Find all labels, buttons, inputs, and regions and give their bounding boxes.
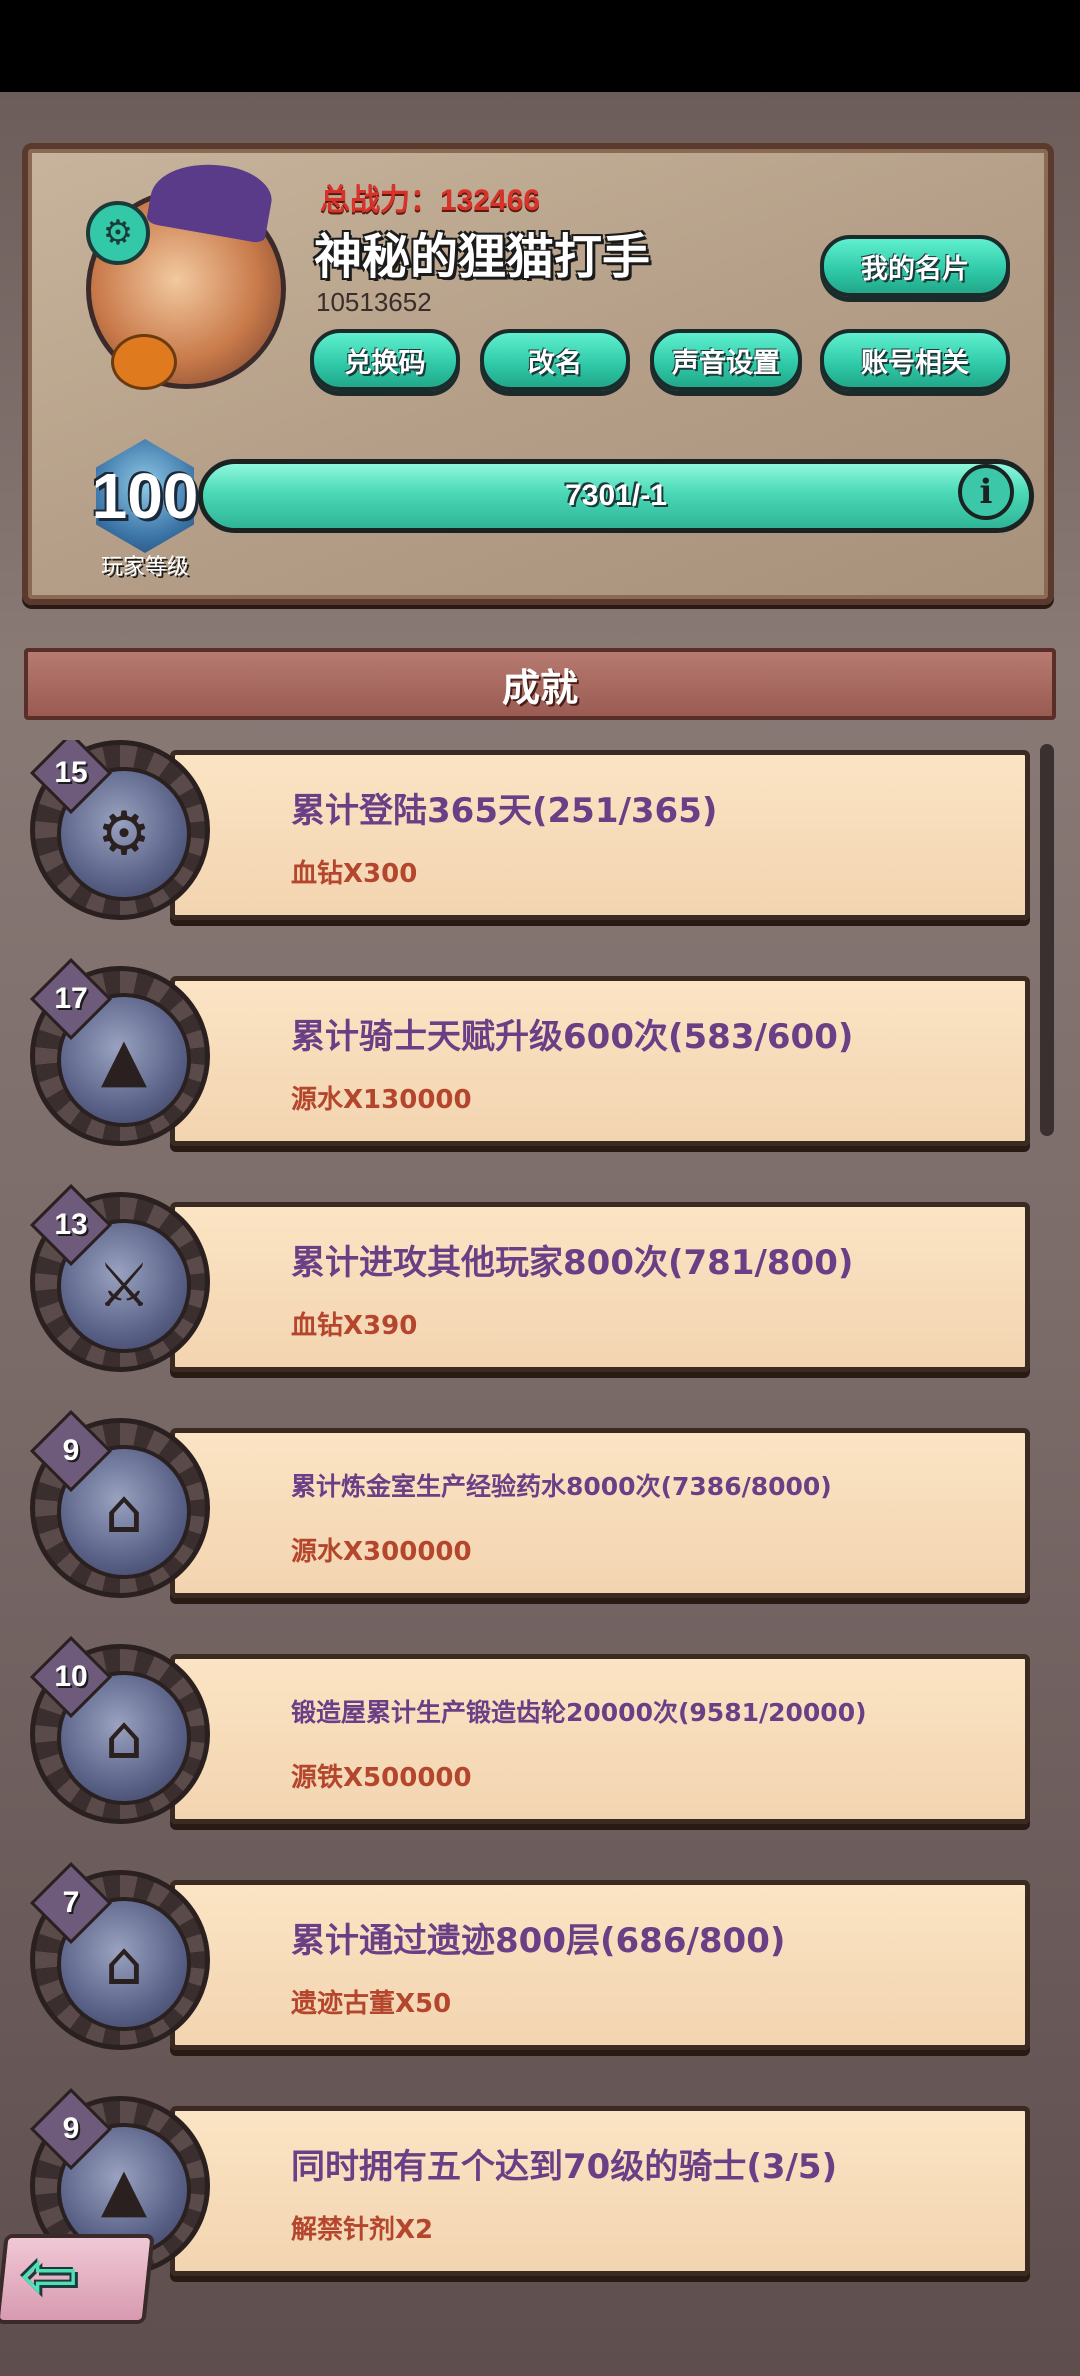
achievement-reward: 源铁X500000 [291, 1763, 472, 1793]
total-power-label: 总战力： [320, 184, 440, 217]
achievement-reward: 血钻X300 [291, 859, 418, 889]
player-name: 神秘的狸猫打手 [314, 229, 651, 285]
achievement-item[interactable]: 累计骑士天赋升级600次(583/600) 源水X130000 ▲ 17 [29, 957, 1040, 1166]
profile-panel: ⚙ 总战力：132466 神秘的狸猫打手 10513652 我的名片 兑换码 改… [22, 143, 1054, 605]
achievement-title: 锻造屋累计生产锻造齿轮20000次(9581/20000) [291, 1698, 867, 1727]
section-header: 成就 [24, 648, 1056, 720]
achievement-card: 累计登陆365天(251/365) 血钻X300 [170, 750, 1030, 920]
achievement-reward: 解禁针剂X2 [291, 2215, 434, 2245]
achievement-item[interactable]: 累计炼金室生产经验药水8000次(7386/8000) 源水X300000 ⌂ … [29, 1409, 1040, 1618]
achievement-badge-number: 17 [54, 982, 88, 1015]
achievement-title: 累计炼金室生产经验药水8000次(7386/8000) [291, 1472, 832, 1501]
info-button[interactable]: i [958, 464, 1014, 520]
achievement-title: 同时拥有五个达到70级的骑士(3/5) [291, 2147, 838, 2187]
achievement-reward: 源水X130000 [291, 1085, 472, 1115]
avatar-hat [145, 154, 277, 244]
player-level-label: 玩家等级 [100, 555, 189, 580]
achievement-card: 累计进攻其他玩家800次(781/800) 血钻X390 [170, 1202, 1030, 1372]
achievement-badge-number: 10 [54, 1660, 88, 1693]
achievement-badge-number: 9 [62, 1434, 80, 1467]
total-power: 总战力：132466 [320, 175, 540, 219]
achievement-card: 同时拥有五个达到70级的骑士(3/5) 解禁针剂X2 [170, 2106, 1030, 2276]
achievement-card: 累计骑士天赋升级600次(583/600) 源水X130000 [170, 976, 1030, 1146]
achievement-title: 累计通过遗迹800层(686/800) [291, 1921, 786, 1961]
player-level: 100 [91, 460, 199, 532]
info-icon: i [979, 472, 993, 512]
status-bar [0, 0, 1080, 92]
player-id: 10513652 [316, 287, 432, 317]
achievement-card: 累计炼金室生产经验药水8000次(7386/8000) 源水X300000 [170, 1428, 1030, 1598]
xp-bar: 7301/-1 [198, 459, 1034, 533]
achievement-card: 锻造屋累计生产锻造齿轮20000次(9581/20000) 源铁X500000 [170, 1654, 1030, 1824]
achievement-badge-number: 13 [54, 1208, 88, 1241]
achievement-title: 累计进攻其他玩家800次(781/800) [291, 1243, 854, 1283]
achievement-badge-number: 15 [54, 756, 88, 789]
my-card-button[interactable]: 我的名片 [820, 235, 1010, 297]
list-scrollbar[interactable] [1040, 744, 1054, 1136]
achievement-item[interactable]: 累计进攻其他玩家800次(781/800) 血钻X390 ⚔ 13 [29, 1183, 1040, 1392]
achievement-reward: 遗迹古董X50 [291, 1989, 452, 2019]
achievement-list[interactable]: 累计登陆365天(251/365) 血钻X300 ⚙ 15 累计骑士天赋升级60… [0, 740, 1080, 2376]
achievement-title: 累计登陆365天(251/365) [291, 791, 718, 831]
back-arrow-icon: ⇦ [20, 2234, 79, 2316]
achievement-title: 累计骑士天赋升级600次(583/600) [291, 1017, 854, 1057]
achievement-reward: 源水X300000 [291, 1537, 472, 1567]
sound-settings-button[interactable]: 声音设置 [650, 329, 802, 391]
back-button[interactable]: ⇦ [0, 2222, 160, 2332]
achievement-reward: 血钻X390 [291, 1311, 418, 1341]
achievement-item[interactable]: 同时拥有五个达到70级的骑士(3/5) 解禁针剂X2 ▲ 9 [29, 2087, 1040, 2296]
achievement-item[interactable]: 累计通过遗迹800层(686/800) 遗迹古董X50 ⌂ 7 [29, 1861, 1040, 2070]
player-level-badge: 100 玩家等级 [70, 431, 220, 581]
account-button[interactable]: 账号相关 [820, 329, 1010, 391]
xp-text: 7301/-1 [565, 479, 667, 512]
achievement-badge-number: 7 [62, 1886, 80, 1919]
section-title: 成就 [501, 665, 578, 710]
achievement-item[interactable]: 锻造屋累计生产锻造齿轮20000次(9581/20000) 源铁X500000 … [29, 1635, 1040, 1844]
achievement-item[interactable]: 累计登陆365天(251/365) 血钻X300 ⚙ 15 [29, 740, 1040, 940]
total-power-value: 132466 [440, 184, 541, 217]
achievement-card: 累计通过遗迹800层(686/800) 遗迹古董X50 [170, 1880, 1030, 2050]
gear-icon: ⚙ [102, 213, 134, 253]
avatar-pumpkin [111, 334, 177, 390]
rename-button[interactable]: 改名 [480, 329, 630, 391]
redeem-code-button[interactable]: 兑换码 [310, 329, 460, 391]
achievement-badge-number: 9 [62, 2112, 80, 2145]
settings-button[interactable]: ⚙ [86, 201, 150, 265]
